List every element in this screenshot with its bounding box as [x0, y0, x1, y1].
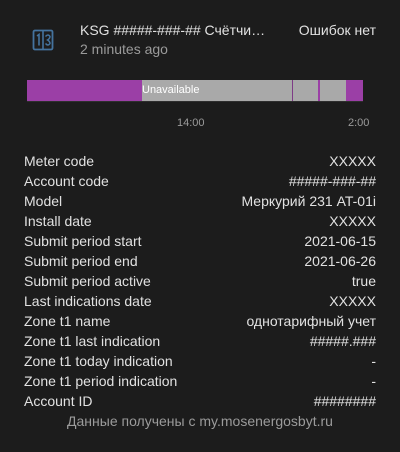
- attribute-value: XXXXX: [329, 293, 376, 309]
- attribute-key: Meter code: [24, 153, 95, 169]
- attribute-key: Submit period active: [24, 273, 151, 289]
- attribute-row: Zone t1 name однотарифный учет: [24, 311, 376, 331]
- attribute-key: Zone t1 period indication: [24, 373, 178, 389]
- entity-state: Ошибок нет: [298, 22, 376, 38]
- attribute-key: Model: [24, 193, 63, 209]
- attribute-row: Zone t1 last indication #####.###: [24, 331, 376, 351]
- timeline-segment-state[interactable]: [346, 80, 363, 101]
- timeline-tick-label: 2:00: [348, 117, 370, 129]
- entity-more-info-card: KSG #####-###-## Счётчи… 2 minutes ago О…: [0, 0, 400, 452]
- attribute-value: 2021-06-26: [304, 253, 376, 269]
- timeline-axis: [27, 101, 363, 102]
- timeline-tick-label: 14:00: [177, 117, 205, 129]
- attribute-row: Zone t1 period indication -: [24, 371, 376, 391]
- attribute-key: Zone t1 name: [24, 313, 111, 329]
- attribute-value: #####.###: [309, 333, 376, 349]
- attribute-row: Submit period active true: [24, 271, 376, 291]
- attribute-row: Submit period start 2021-06-15: [24, 231, 376, 251]
- timeline-divider: [292, 80, 293, 101]
- timeline-segment-unavailable[interactable]: [320, 80, 346, 101]
- last-changed-time: 2 minutes ago: [80, 41, 168, 57]
- timeline-segment-label: Unavailable: [142, 84, 200, 96]
- attribute-key: Account code: [24, 173, 109, 189]
- attribution-text: Данные получены с my.mosenergosbyt.ru: [67, 413, 333, 429]
- attribute-value: XXXXX: [329, 153, 376, 169]
- attribute-row: Meter code XXXXX: [24, 151, 376, 171]
- attribute-value: -: [371, 353, 376, 369]
- attribute-row: Account ID ########: [24, 391, 376, 411]
- attribute-value: XXXXX: [329, 213, 376, 229]
- attribute-value: ########: [313, 393, 376, 409]
- attribute-value: #####-###-##: [288, 173, 376, 189]
- attribute-key: Submit period start: [24, 233, 142, 249]
- attribute-row: Zone t1 today indication -: [24, 351, 376, 371]
- attribute-key: Zone t1 last indication: [24, 333, 161, 349]
- attribute-row: Install date XXXXX: [24, 211, 376, 231]
- attribute-key: Install date: [24, 213, 92, 229]
- attribute-value: 2021-06-15: [304, 233, 376, 249]
- entity-title: KSG #####-###-## Счётчи…: [80, 22, 266, 38]
- attribute-value: Меркурий 231 AT-01i: [241, 193, 376, 209]
- attribute-row: Account code #####-###-##: [24, 171, 376, 191]
- attribute-row: Model Меркурий 231 AT-01i: [24, 191, 376, 211]
- attribute-key: Last indications date: [24, 293, 152, 309]
- timeline-segment-state[interactable]: [27, 80, 142, 101]
- entity-header[interactable]: KSG #####-###-## Счётчи… 2 minutes ago О…: [0, 0, 400, 80]
- attribute-row: Last indications date XXXXX: [24, 291, 376, 311]
- counter-meter-icon: [32, 29, 54, 51]
- attribute-value: однотарифный учет: [246, 313, 376, 329]
- history-timeline[interactable]: Unavailable: [27, 80, 363, 101]
- attribute-row: Submit period end 2021-06-26: [24, 251, 376, 271]
- attribute-value: true: [351, 273, 376, 289]
- attribute-key: Zone t1 today indication: [24, 353, 173, 369]
- attribute-key: Account ID: [24, 393, 93, 409]
- attribute-key: Submit period end: [24, 253, 138, 269]
- attributes-list: Meter code XXXXX Account code #####-###-##…: [24, 151, 376, 411]
- attribute-value: -: [371, 373, 376, 389]
